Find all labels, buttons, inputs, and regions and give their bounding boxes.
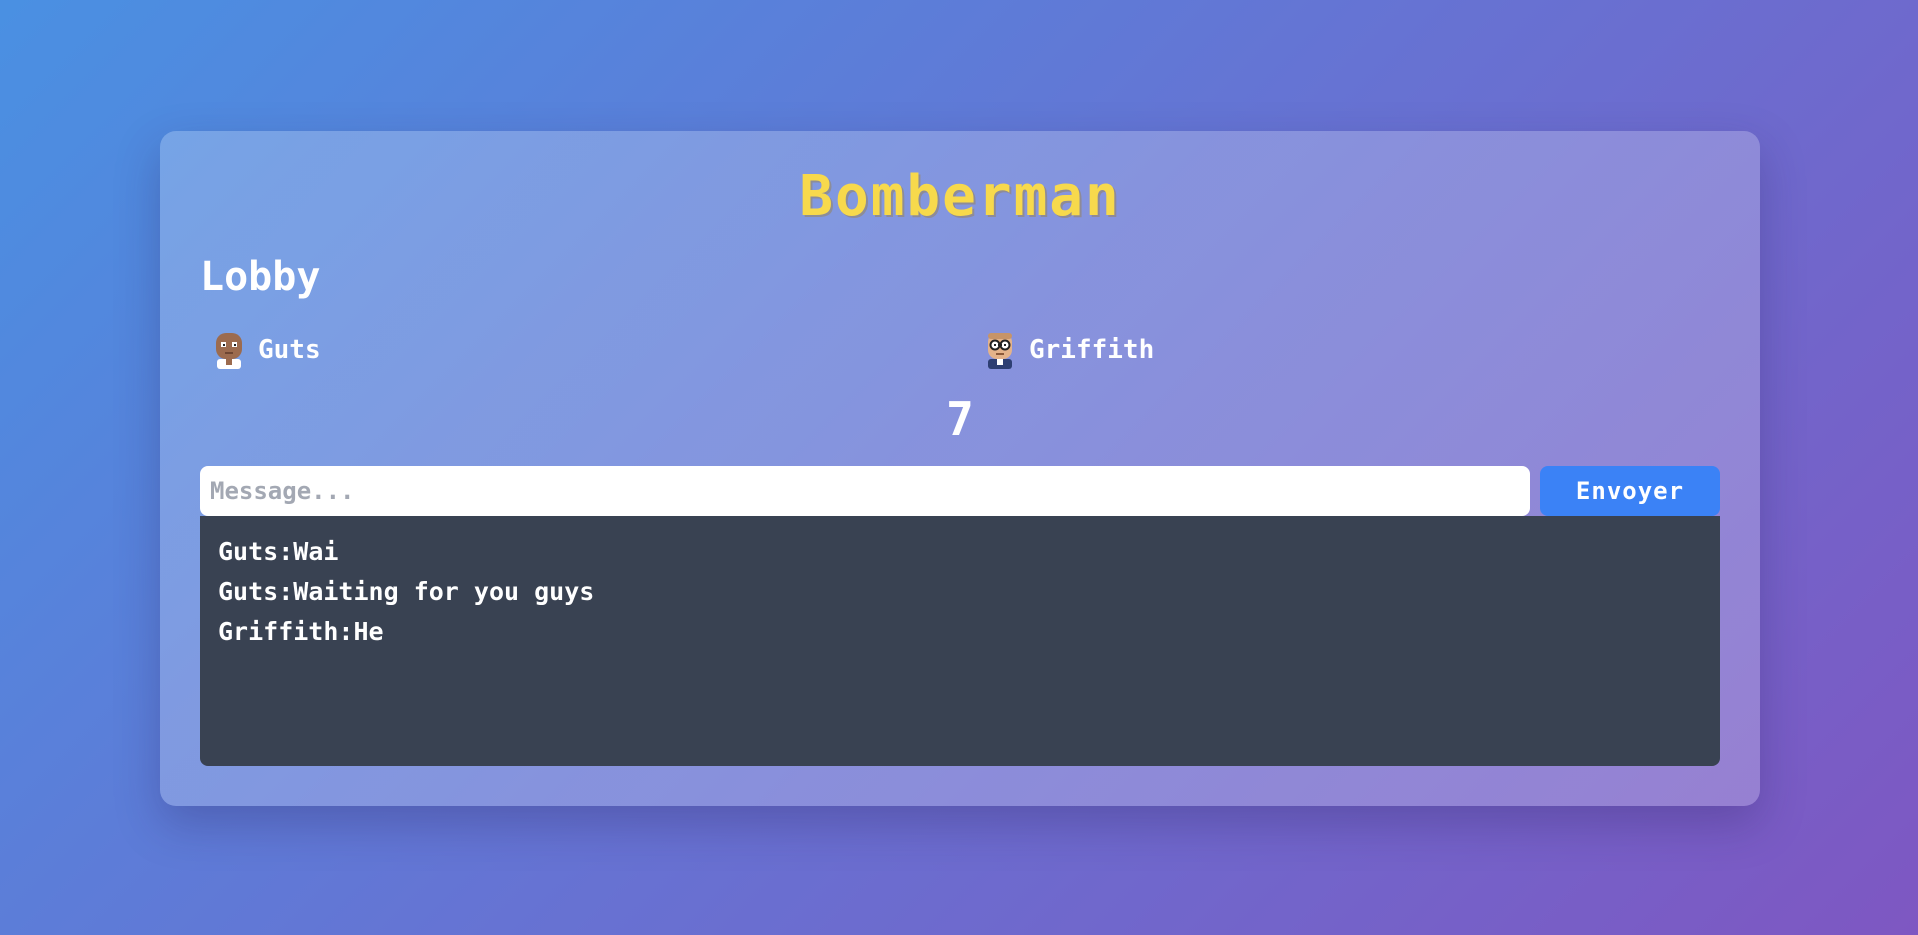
player-item: Griffith	[983, 331, 1154, 369]
countdown-timer: 7	[946, 392, 974, 446]
message-text: He	[353, 617, 384, 646]
player-name: Guts	[258, 335, 321, 365]
game-title: Bomberman	[799, 164, 1121, 229]
chat-message: Guts:Waiting for you guys	[218, 577, 595, 606]
message-author: Griffith	[218, 617, 339, 646]
chat-message: Griffith:He	[218, 617, 384, 646]
message-author: Guts	[218, 577, 279, 606]
message-text: Wai	[293, 537, 339, 566]
glasses-man-avatar-icon	[988, 333, 1012, 369]
message-input[interactable]	[200, 466, 1530, 516]
player-name: Griffith	[1029, 335, 1155, 365]
bald-man-avatar-icon	[216, 333, 242, 369]
send-button[interactable]: Envoyer	[1540, 466, 1720, 516]
lobby-title: Lobby	[200, 254, 321, 300]
chat-message: Guts:Wai	[218, 537, 339, 566]
message-text: Waiting for you guys	[293, 577, 595, 606]
player-item: Guts	[212, 331, 321, 369]
message-author: Guts	[218, 537, 279, 566]
chat-log[interactable]: Guts:Wai Guts:Waiting for you guys Griff…	[200, 516, 1720, 766]
chat-input-row: Envoyer	[200, 466, 1720, 516]
lobby-card: Bomberman Lobby Guts Griffith 7 Message.…	[160, 131, 1760, 806]
